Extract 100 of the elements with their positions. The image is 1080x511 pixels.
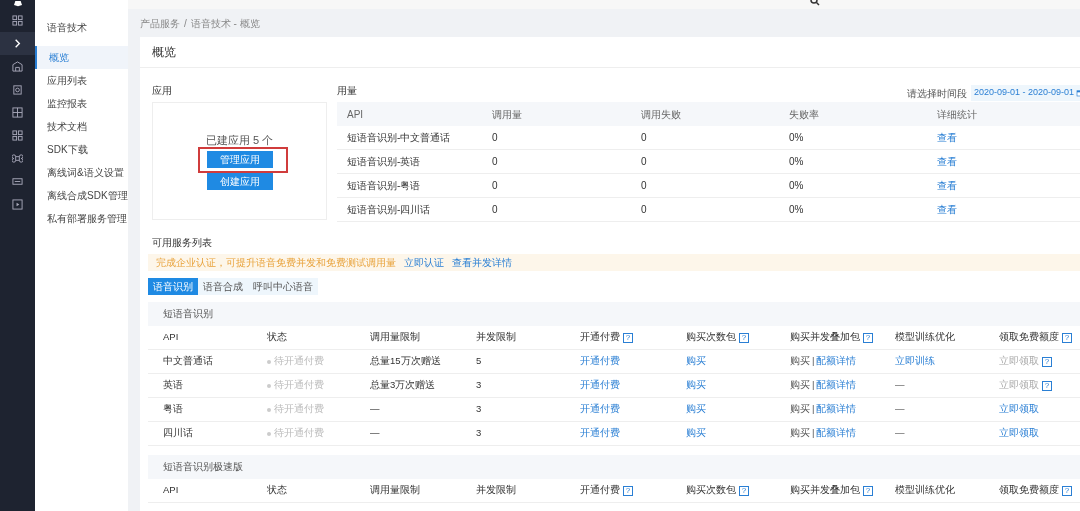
table-cell-text: 总量3万次赠送	[370, 378, 437, 393]
table-cell-text: 0	[492, 155, 499, 169]
sidebar-item[interactable]: 私有部署服务管理	[35, 207, 128, 230]
table-cell-text: 0	[641, 155, 648, 169]
buy-link[interactable]: 购买	[686, 379, 706, 391]
date-range-field[interactable]: 2020-09-01 - 2020-09-01	[970, 85, 1080, 101]
buy-link[interactable]: 购买	[790, 378, 810, 393]
breadcrumb-item[interactable]: 产品服务	[140, 15, 180, 31]
help-icon[interactable]: ?	[1062, 485, 1072, 496]
table-cell-text: 0	[492, 131, 499, 145]
notice-link[interactable]: 查看并发详情	[452, 255, 512, 270]
table-cell-text: 粤语	[163, 402, 184, 417]
section-title: 用量	[337, 83, 357, 98]
date-range-label: 请选择时间段	[906, 86, 967, 101]
sidebar-item[interactable]: 应用列表	[35, 69, 128, 92]
train-link[interactable]: 立即训练	[895, 355, 935, 367]
column-header: 领取免费额度	[999, 330, 1059, 345]
table-cell-text: —	[370, 426, 381, 441]
grid-icon[interactable]	[12, 130, 23, 141]
status-text: 待开通付费	[274, 378, 324, 393]
column-header: 调用量	[492, 107, 523, 122]
sidebar-item[interactable]: 离线合成SDK管理	[35, 184, 128, 207]
app-button[interactable]: 管理应用	[206, 151, 273, 169]
notice-text: 完成企业认证，可提升语音免费并发和免费测试调用量	[156, 256, 396, 270]
buy-link[interactable]: 购买	[790, 402, 810, 417]
column-header: 并发限制	[476, 483, 517, 498]
sidebar-item[interactable]: SDK下载	[35, 138, 128, 161]
quota-link[interactable]: 配额详情	[816, 426, 857, 441]
column-header: 状态	[267, 483, 288, 498]
pay-link[interactable]: 开通付费	[580, 379, 620, 391]
help-icon[interactable]: ?	[863, 485, 873, 496]
table-cell-text: 5	[476, 354, 483, 369]
section-title: 短语音识别	[163, 306, 213, 321]
view-link[interactable]: 查看	[937, 204, 957, 215]
column-header: 并发限制	[476, 330, 517, 345]
section-title: 应用	[152, 83, 172, 98]
status-text: 待开通付费	[274, 354, 324, 369]
claim-link[interactable]: 立即领取	[999, 402, 1039, 417]
sidebar-item[interactable]: 离线词&语义设置	[35, 161, 128, 184]
sidebar-item[interactable]: 技术文档	[35, 115, 128, 138]
app-button[interactable]: 创建应用	[206, 173, 273, 191]
play-icon[interactable]	[12, 199, 23, 210]
link-separator: |	[812, 426, 815, 441]
pay-link[interactable]: 开通付费	[580, 403, 620, 415]
table-cell-text: 总量15万次赠送	[370, 354, 442, 369]
buy-link[interactable]: 购买	[686, 355, 706, 367]
column-header: 模型训练优化	[895, 330, 956, 345]
help-icon[interactable]: ?	[739, 485, 749, 496]
quota-link[interactable]: 配额详情	[816, 402, 857, 417]
page-title: 概览	[152, 44, 176, 61]
buy-link[interactable]: 购买	[790, 426, 810, 441]
view-link[interactable]: 查看	[937, 132, 957, 143]
breadcrumb-item: 语音技术 - 概览	[190, 16, 260, 31]
table-cell-text: 3	[476, 426, 483, 441]
help-icon[interactable]: ?	[1062, 332, 1072, 343]
column-header: 开通付费	[580, 330, 620, 345]
tab[interactable]: 呼叫中心语音	[248, 278, 318, 295]
grid-icon[interactable]	[12, 107, 23, 118]
help-icon[interactable]: ?	[623, 485, 633, 496]
help-icon[interactable]: ?	[863, 332, 873, 343]
claim-link[interactable]: 立即领取	[999, 426, 1039, 441]
pay-link[interactable]: 开通付费	[580, 355, 620, 367]
column-header: 状态	[267, 330, 288, 345]
quota-link[interactable]: 配额详情	[816, 378, 857, 393]
pay-link[interactable]: 开通付费	[580, 427, 620, 439]
sidebar-title: 语音技术	[47, 21, 87, 35]
table-cell-text: 3	[476, 378, 483, 393]
clipboard-icon[interactable]	[12, 84, 23, 95]
column-header: API	[163, 330, 180, 345]
column-header: 购买次数包	[686, 483, 736, 498]
notice-link[interactable]: 立即认证	[404, 255, 444, 270]
link-separator: |	[812, 378, 815, 393]
sidebar-item[interactable]: 概览	[35, 46, 128, 69]
view-link[interactable]: 查看	[937, 180, 957, 191]
table-cell: —	[895, 403, 905, 415]
table-cell-text: 短语音识别-粤语	[347, 179, 422, 193]
view-link[interactable]: 查看	[937, 156, 957, 167]
table-cell-text: 短语音识别-四川话	[347, 203, 432, 217]
buy-link[interactable]: 购买	[686, 427, 706, 439]
tab[interactable]: 语音合成	[198, 278, 248, 295]
sidebar-item[interactable]: 监控报表	[35, 92, 128, 115]
tab[interactable]: 语音识别	[148, 278, 198, 295]
grid-icon[interactable]	[12, 15, 23, 26]
column-header: 开通付费	[580, 483, 620, 498]
column-header: API	[163, 483, 180, 498]
link-separator: |	[812, 402, 815, 417]
help-icon[interactable]: ?	[739, 332, 749, 343]
quota-link[interactable]: 配额详情	[816, 354, 857, 369]
column-header: 购买次数包	[686, 330, 736, 345]
table-cell-text: 0	[641, 203, 648, 217]
column-header: 调用失败	[641, 107, 682, 122]
table-cell-text: 短语音识别-中文普通话	[347, 131, 452, 145]
buy-link[interactable]: 购买	[686, 403, 706, 415]
buy-link[interactable]: 购买	[790, 354, 810, 369]
chevron-right-icon[interactable]	[12, 38, 23, 49]
card-icon[interactable]	[12, 176, 23, 187]
column-header: 模型训练优化	[895, 483, 956, 498]
help-icon[interactable]: ?	[623, 332, 633, 343]
column-header: 详细统计	[937, 107, 978, 122]
table-cell-text: 3	[476, 402, 483, 417]
